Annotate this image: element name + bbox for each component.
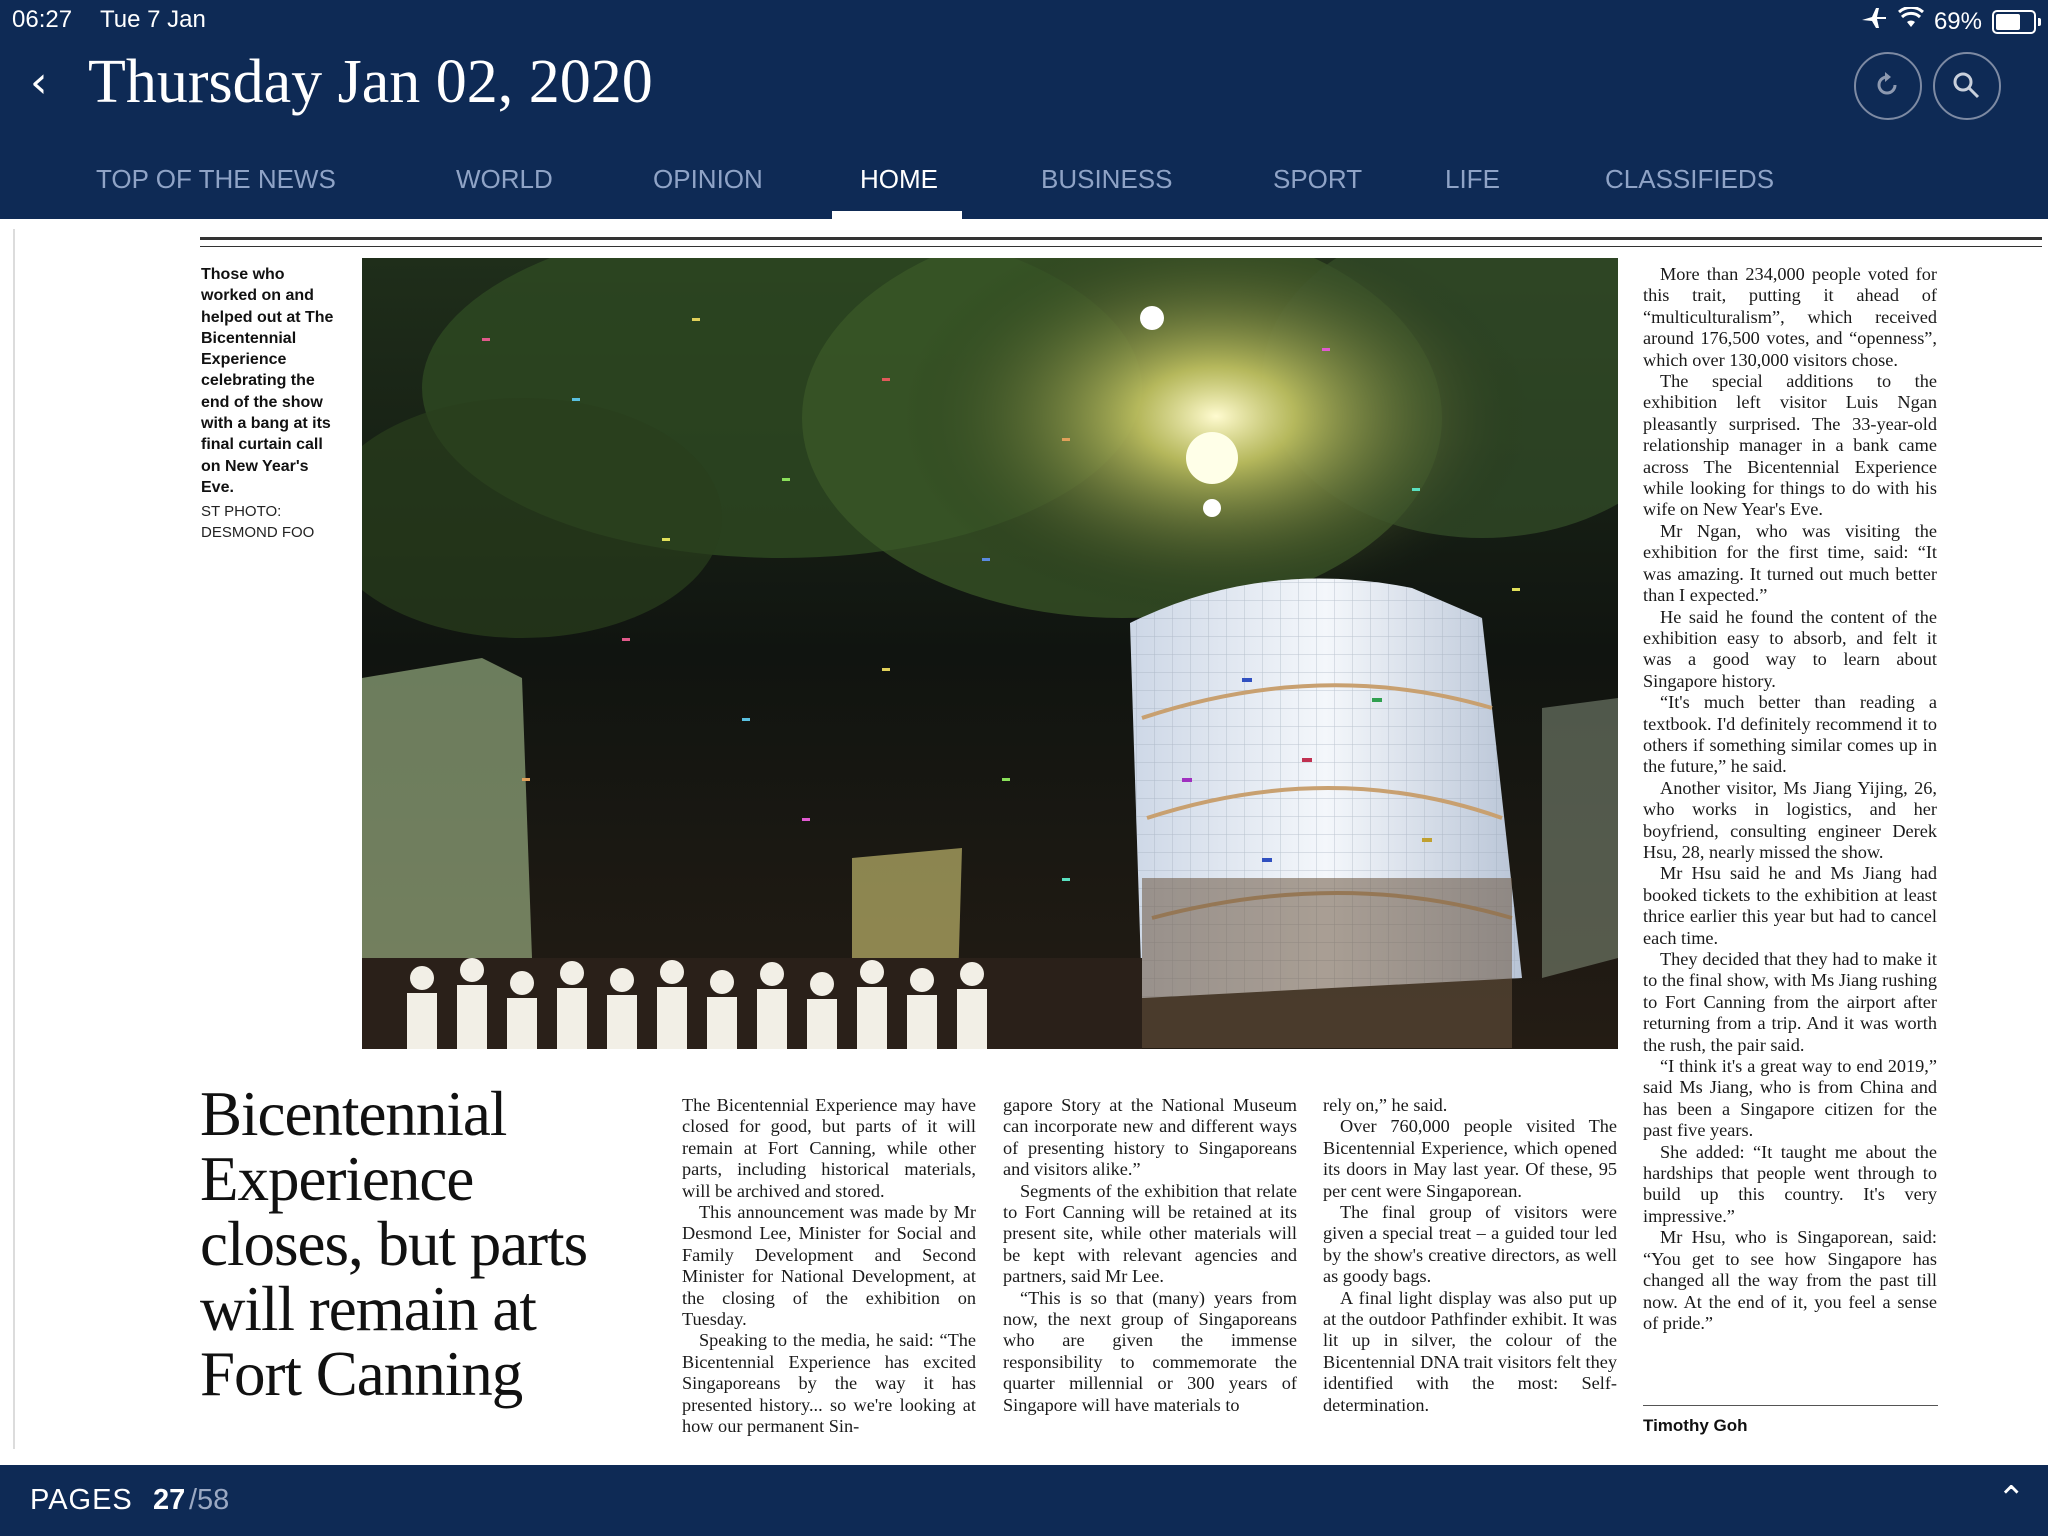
tab-sport[interactable]: SPORT [1273,164,1362,195]
paragraph: Segments of the exhibition that relate t… [1003,1180,1297,1287]
status-date: Tue 7 Jan [100,6,206,33]
newspaper-page[interactable]: Those who worked on and helped out at Th… [0,219,2048,1465]
paragraph: More than 234,000 people voted for this … [1643,264,1937,370]
refresh-button[interactable] [1854,52,1922,120]
paragraph: The special additions to the exhibition … [1643,371,1937,520]
airplane-icon [1860,6,1888,37]
paragraph: gapore Story at the National Museum can … [1003,1095,1297,1180]
title-row: ‹ Thursday Jan 02, 2020 [30,42,653,122]
paragraph: “It's much better than reading a textboo… [1643,692,1937,777]
paragraph: rely on,” he said. [1323,1095,1448,1115]
battery-percent: 69% [1933,7,1982,35]
article-column-3: rely on,” he said. Over 760,000 people v… [1323,1095,1617,1416]
photo-credit: ST PHOTO: DESMOND FOO [201,503,315,541]
pages-button[interactable]: PAGES [30,1484,133,1517]
status-right: 69% [1860,5,2041,37]
article-photo [362,258,1618,1049]
paragraph: Speaking to the media, he said: “The Bic… [682,1330,976,1437]
paragraph: They decided that they had to make it to… [1643,949,1937,1055]
tab-world[interactable]: WORLD [456,164,553,195]
section-tabs: TOP OF THE NEWS WORLD OPINION HOME BUSIN… [0,164,2048,204]
status-bar: 06:27 Tue 7 Jan 69% [12,5,2041,37]
total-pages: /58 [189,1484,230,1516]
tab-home[interactable]: HOME [860,164,938,195]
tab-top-of-the-news[interactable]: TOP OF THE NEWS [96,164,336,195]
status-time: 06:27 [12,6,73,33]
article-column-4: More than 234,000 people voted for this … [1643,264,1937,1334]
article-headline: Bicentennial Experience closes, but part… [200,1079,588,1409]
tab-classifieds[interactable]: CLASSIFIEDS [1605,164,1774,195]
paragraph: He said he found the content of the exhi… [1643,606,1937,691]
paragraph: Mr Hsu said he and Ms Jiang had booked t… [1643,863,1937,948]
chevron-up-icon[interactable]: ⌃ [1997,1479,2026,1519]
active-tab-indicator [832,211,962,219]
article-column-2: gapore Story at the National Museum can … [1003,1095,1297,1416]
battery-icon [1992,9,2041,34]
search-button[interactable] [1933,52,2001,120]
top-bar: 06:27 Tue 7 Jan 69% ‹ Thursday Jan 02, 2… [0,0,2048,219]
top-rules [200,237,2042,247]
paragraph: The final group of visitors were given a… [1323,1202,1617,1287]
confetti-photo [362,258,1618,1049]
byline: Timothy Goh [1643,1416,1748,1435]
issue-date: Thursday Jan 02, 2020 [88,47,653,116]
chevron-left-icon[interactable]: ‹ [30,57,66,108]
paragraph: Mr Hsu, who is Singaporean, said: “You g… [1643,1227,1937,1333]
byline-divider [1643,1405,1938,1406]
tab-life[interactable]: LIFE [1445,164,1500,195]
paragraph: The Bicentennial Experience may have clo… [682,1095,976,1201]
page-edge [13,229,15,1449]
current-page: 27 [153,1484,186,1516]
paragraph: This announcement was made by Mr Desmond… [682,1202,976,1330]
wifi-icon [1897,5,1924,36]
paragraph: Over 760,000 people visited The Bicenten… [1323,1116,1617,1201]
paragraph: A final light display was also put up at… [1323,1287,1617,1415]
paragraph: She added: “It taught me about the hards… [1643,1141,1937,1226]
paragraph: “This is so that (many) years from now, … [1003,1287,1297,1415]
paragraph: Another visitor, Ms Jiang Yijing, 26, wh… [1643,777,1937,862]
search-icon [1953,72,1980,99]
article-column-1: The Bicentennial Experience may have clo… [682,1095,976,1438]
paragraph: Mr Ngan, who was visiting the exhibition… [1643,520,1937,606]
tab-opinion[interactable]: OPINION [653,164,763,195]
photo-caption: Those who worked on and helped out at Th… [201,266,334,496]
tab-business[interactable]: BUSINESS [1041,164,1173,195]
bottom-bar: PAGES 27 /58 ⌃ [0,1465,2048,1536]
refresh-icon [1877,72,1897,95]
paragraph: “I think it's a great way to end 2019,” … [1643,1056,1937,1141]
